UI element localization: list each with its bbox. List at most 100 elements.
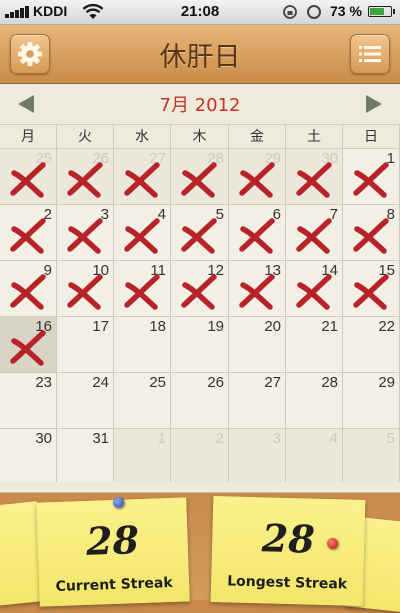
weekday-label: 月 bbox=[0, 125, 57, 149]
x-mark-icon bbox=[181, 274, 217, 310]
calendar-day-cell[interactable]: 3 bbox=[57, 204, 114, 260]
current-streak-value: 28 bbox=[85, 517, 140, 564]
page-title: 休肝日 bbox=[159, 42, 241, 73]
calendar-day-cell[interactable]: 27 bbox=[229, 372, 286, 428]
calendar-day-cell[interactable]: 17 bbox=[57, 316, 114, 372]
day-number: 17 bbox=[92, 318, 109, 335]
calendar-day-cell[interactable]: 20 bbox=[229, 316, 286, 372]
calendar-day-cell[interactable]: 7 bbox=[286, 204, 343, 260]
longest-streak-note: 28 Longest Streak bbox=[210, 496, 366, 606]
day-number: 1 bbox=[157, 430, 166, 447]
x-mark-icon bbox=[124, 218, 160, 254]
day-number: 23 bbox=[35, 374, 52, 391]
calendar-day-cell[interactable]: 25 bbox=[114, 372, 171, 428]
day-number: 22 bbox=[378, 318, 395, 335]
calendar-day-cell[interactable]: 4 bbox=[286, 428, 343, 484]
rotation-lock-icon bbox=[283, 5, 297, 19]
menu-list-button[interactable] bbox=[350, 34, 390, 74]
x-mark-icon bbox=[353, 274, 389, 310]
x-mark-icon bbox=[124, 274, 160, 310]
x-mark-icon bbox=[10, 330, 46, 366]
day-number: 3 bbox=[272, 430, 281, 447]
calendar-day-cell[interactable]: 8 bbox=[343, 204, 400, 260]
calendar-day-cell[interactable]: 30 bbox=[286, 148, 343, 204]
red-pin-icon bbox=[327, 538, 338, 549]
calendar-day-cell[interactable]: 30 bbox=[0, 428, 57, 484]
x-mark-icon bbox=[124, 162, 160, 198]
day-number: 31 bbox=[92, 430, 109, 447]
calendar-day-cell[interactable]: 26 bbox=[57, 148, 114, 204]
calendar-day-cell[interactable]: 1 bbox=[343, 148, 400, 204]
x-mark-icon bbox=[239, 162, 275, 198]
calendar-day-cell[interactable]: 28 bbox=[286, 372, 343, 428]
weekday-label: 金 bbox=[229, 125, 286, 149]
calendar-day-cell[interactable]: 29 bbox=[229, 148, 286, 204]
current-streak-label: Current Streak bbox=[55, 574, 173, 596]
calendar-day-cell[interactable]: 3 bbox=[229, 428, 286, 484]
x-mark-icon bbox=[239, 218, 275, 254]
calendar-day-cell[interactable]: 24 bbox=[57, 372, 114, 428]
weekday-label: 土 bbox=[286, 125, 343, 149]
x-mark-icon bbox=[239, 274, 275, 310]
x-mark-icon bbox=[296, 218, 332, 254]
longest-streak-label: Longest Streak bbox=[227, 573, 348, 593]
calendar-day-cell[interactable]: 16 bbox=[0, 316, 57, 372]
x-mark-icon bbox=[181, 162, 217, 198]
calendar-day-cell[interactable]: 2 bbox=[0, 204, 57, 260]
calendar-day-cell[interactable]: 26 bbox=[171, 372, 229, 428]
weekday-label: 火 bbox=[57, 125, 114, 149]
day-number: 30 bbox=[35, 430, 52, 447]
weekday-label: 日 bbox=[343, 125, 400, 149]
calendar-day-cell[interactable]: 5 bbox=[343, 428, 400, 484]
day-number: 20 bbox=[264, 318, 281, 335]
calendar-day-cell[interactable]: 19 bbox=[171, 316, 229, 372]
title-bar: 休肝日 bbox=[0, 25, 400, 84]
day-number: 26 bbox=[207, 374, 224, 391]
calendar-day-cell[interactable]: 31 bbox=[57, 428, 114, 484]
x-mark-icon bbox=[67, 218, 103, 254]
calendar-day-cell[interactable]: 6 bbox=[229, 204, 286, 260]
calendar-day-cell[interactable]: 9 bbox=[0, 260, 57, 316]
calendar-day-cell[interactable]: 1 bbox=[114, 428, 171, 484]
calendar-day-cell[interactable]: 23 bbox=[0, 372, 57, 428]
calendar-day-cell[interactable]: 27 bbox=[114, 148, 171, 204]
calendar-day-cell[interactable]: 25 bbox=[0, 148, 57, 204]
calendar-day-cell[interactable]: 22 bbox=[343, 316, 400, 372]
x-mark-icon bbox=[67, 162, 103, 198]
calendar-grid: 25 26 27 28 29 30 1 2 3 4 5 6 7 8 9 10 11 12 13 14 15 16 17 18 1… bbox=[0, 148, 400, 484]
calendar-day-cell[interactable]: 28 bbox=[171, 148, 229, 204]
calendar-day-cell[interactable]: 2 bbox=[171, 428, 229, 484]
day-number: 29 bbox=[378, 374, 395, 391]
x-mark-icon bbox=[10, 274, 46, 310]
next-month-arrow-icon[interactable] bbox=[366, 95, 382, 113]
weekday-header: 月火水木金土日 bbox=[0, 124, 400, 149]
day-number: 27 bbox=[264, 374, 281, 391]
day-number: 4 bbox=[329, 430, 338, 447]
calendar-day-cell[interactable]: 14 bbox=[286, 260, 343, 316]
calendar-day-cell[interactable]: 29 bbox=[343, 372, 400, 428]
calendar-day-cell[interactable]: 18 bbox=[114, 316, 171, 372]
day-number: 24 bbox=[92, 374, 109, 391]
battery-percent: 73 % bbox=[330, 3, 362, 19]
day-number: 21 bbox=[321, 318, 338, 335]
calendar-day-cell[interactable]: 11 bbox=[114, 260, 171, 316]
calendar-day-cell[interactable]: 10 bbox=[57, 260, 114, 316]
status-bar: KDDI 21:08 73 % bbox=[0, 0, 400, 25]
day-number: 18 bbox=[149, 318, 166, 335]
longest-streak-value: 28 bbox=[261, 515, 316, 562]
calendar-day-cell[interactable]: 21 bbox=[286, 316, 343, 372]
calendar-day-cell[interactable]: 12 bbox=[171, 260, 229, 316]
calendar-day-cell[interactable]: 13 bbox=[229, 260, 286, 316]
current-streak-note: 28 Current Streak bbox=[36, 497, 190, 607]
paper-edge bbox=[0, 482, 400, 493]
calendar-day-cell[interactable]: 5 bbox=[171, 204, 229, 260]
calendar-day-cell[interactable]: 4 bbox=[114, 204, 171, 260]
x-mark-icon bbox=[296, 274, 332, 310]
month-navigation: 7月 2012 bbox=[0, 84, 400, 124]
x-mark-icon bbox=[10, 162, 46, 198]
calendar: 7月 2012 月火水木金土日 25 26 27 28 29 30 1 2 3 4 5 6 7 8 9 10 1… bbox=[0, 84, 400, 486]
calendar-day-cell[interactable]: 15 bbox=[343, 260, 400, 316]
alarm-icon bbox=[307, 5, 321, 19]
weekday-label: 木 bbox=[171, 125, 229, 149]
day-number: 28 bbox=[321, 374, 338, 391]
